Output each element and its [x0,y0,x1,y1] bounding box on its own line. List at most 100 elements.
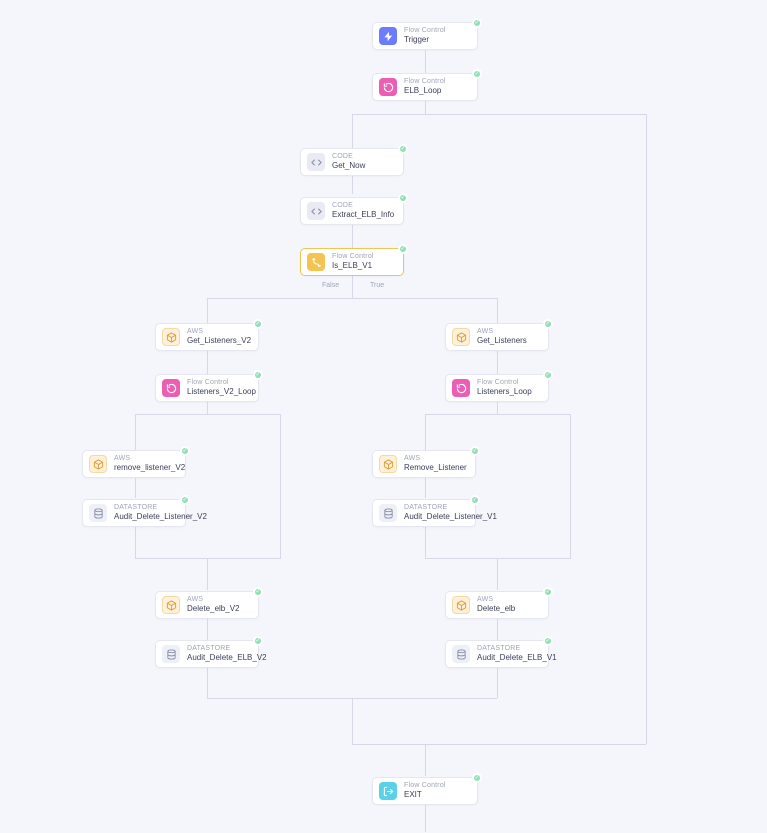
connector [570,414,571,559]
node-get-now[interactable]: CODE Get_Now [300,148,404,176]
node-delete-elb-v2[interactable]: AWS Delete_elb_V2 [155,591,259,619]
node-category: DATASTORE [477,645,557,654]
connector [497,558,498,590]
status-success-icon [253,587,263,597]
code-icon [307,153,325,171]
node-title: ELB_Loop [404,86,446,96]
node-elb-loop[interactable]: Flow Control ELB_Loop [372,73,478,101]
connector [646,114,647,744]
node-extract-elb-info[interactable]: CODE Extract_ELB_Info [300,197,404,225]
node-category: AWS [114,455,185,464]
connector [497,350,498,374]
connector [352,224,353,248]
node-title: Audit_Delete_Listener_V1 [404,512,497,522]
node-audit-delete-elb-v2[interactable]: DATASTORE Audit_Delete_ELB_V2 [155,640,259,668]
node-audit-delete-listener-v2[interactable]: DATASTORE Audit_Delete_Listener_V2 [82,499,186,527]
connector [425,744,426,776]
node-listeners-loop[interactable]: Flow Control Listeners_Loop [445,374,549,402]
status-success-icon [543,319,553,329]
node-remove-listener[interactable]: AWS Remove_Listener [372,450,476,478]
node-category: DATASTORE [404,504,497,513]
connector [135,414,280,415]
connector [352,176,353,194]
lightning-icon [379,27,397,45]
connector [425,100,426,114]
node-category: Flow Control [404,27,446,36]
datastore-icon [89,504,107,522]
connector [425,478,426,498]
loop-icon [452,379,470,397]
status-success-icon [470,495,480,505]
node-remove-listener-v2[interactable]: AWS remove_listener_V2 [82,450,186,478]
node-category: DATASTORE [187,645,267,654]
datastore-icon [452,645,470,663]
status-success-icon [180,446,190,456]
node-title: Is_ELB_V1 [332,261,374,271]
connector [352,698,353,744]
node-category: Flow Control [404,782,446,791]
connector [207,400,208,414]
connector [425,414,570,415]
node-category: DATASTORE [114,504,207,513]
node-get-listeners-v2[interactable]: AWS Get_Listeners_V2 [155,323,259,351]
node-exit[interactable]: Flow Control EXIT [372,777,478,805]
node-get-listeners[interactable]: AWS Get_Listeners [445,323,549,351]
node-title: EXIT [404,790,446,800]
node-audit-delete-listener-v1[interactable]: DATASTORE Audit_Delete_Listener_V1 [372,499,476,527]
status-success-icon [398,144,408,154]
connector [207,666,208,698]
node-audit-delete-elb-v1[interactable]: DATASTORE Audit_Delete_ELB_V1 [445,640,549,668]
aws-cube-icon [89,455,107,473]
node-category: CODE [332,202,394,211]
connector [497,618,498,640]
flow-canvas[interactable]: False True Flow Control Trigger Flow Con… [0,0,767,833]
node-title: remove_listener_V2 [114,463,185,473]
status-success-icon [398,244,408,254]
node-listeners-v2-loop[interactable]: Flow Control Listeners_V2_Loop [155,374,259,402]
branch-label-true: True [368,282,386,289]
connector [207,618,208,640]
connector [207,298,208,323]
connector [425,48,426,74]
node-is-elb-v1[interactable]: Flow Control Is_ELB_V1 [300,248,404,276]
node-category: AWS [477,328,527,337]
connector [497,298,498,323]
status-success-icon [543,636,553,646]
node-category: Flow Control [404,78,446,87]
aws-cube-icon [452,596,470,614]
connector [352,114,353,148]
status-success-icon [180,495,190,505]
status-success-icon [253,636,263,646]
node-title: Audit_Delete_ELB_V2 [187,653,267,663]
node-delete-elb[interactable]: AWS Delete_elb [445,591,549,619]
node-trigger[interactable]: Flow Control Trigger [372,22,478,50]
code-icon [307,202,325,220]
aws-cube-icon [379,455,397,473]
exit-icon [379,782,397,800]
node-category: AWS [187,596,239,605]
status-success-icon [543,587,553,597]
connector [497,400,498,414]
node-title: Get_Listeners_V2 [187,336,251,346]
branch-icon [307,253,325,271]
connector [135,414,136,450]
status-success-icon [470,446,480,456]
aws-cube-icon [162,328,180,346]
status-success-icon [398,193,408,203]
aws-cube-icon [162,596,180,614]
connector [135,478,136,498]
node-title: Listeners_Loop [477,387,532,397]
loop-icon [162,379,180,397]
node-category: Flow Control [187,379,256,388]
datastore-icon [162,645,180,663]
status-success-icon [253,370,263,380]
node-title: Audit_Delete_ELB_V1 [477,653,557,663]
connector [207,350,208,374]
node-title: Extract_ELB_Info [332,210,394,220]
connector [352,114,646,115]
node-title: Get_Now [332,161,365,171]
node-category: Flow Control [332,253,374,262]
branch-label-false: False [320,282,341,289]
node-category: Flow Control [477,379,532,388]
connector [207,558,208,590]
